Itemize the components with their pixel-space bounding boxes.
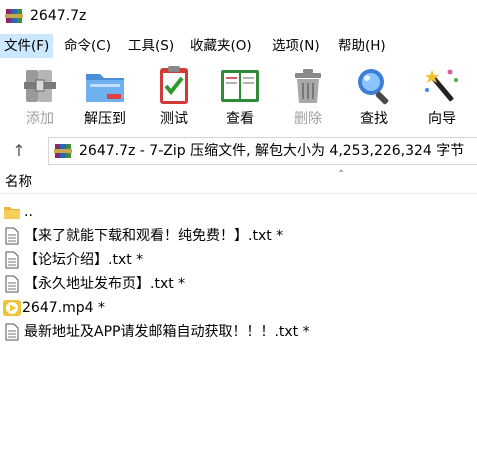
menu-favorites[interactable]: 收藏夹(O) [186,34,256,58]
list-item[interactable]: 【论坛介绍】.txt * [0,248,477,272]
text-file-icon [5,251,19,269]
up-arrow-icon[interactable]: ↑ [6,140,32,162]
wizard-button[interactable]: 向导 [414,60,470,134]
wizard-wand-icon [425,69,458,102]
text-file-icon [5,275,19,293]
address-field[interactable]: 2647.7z - 7-Zip 压缩文件, 解包大小为 4,253,226,32… [48,137,477,165]
list-item[interactable]: 【永久地址发布页】.txt * [0,272,477,296]
view-book-icon [221,70,259,102]
extract-to-label: 解压到 [84,111,126,127]
file-name: 【永久地址发布页】.txt * [24,276,186,292]
file-name: .. [24,204,33,220]
add-label: 添加 [26,111,54,127]
delete-label: 删除 [294,111,322,127]
test-label: 测试 [160,111,188,127]
list-item[interactable]: 【来了就能下载和观看！纯免费！】.txt * [0,224,477,248]
list-item[interactable]: 2647.mp4 * [0,296,477,320]
trash-can-icon [295,69,321,103]
file-name: 【来了就能下载和观看！纯免费！】.txt * [24,228,284,244]
find-label: 查找 [360,111,388,127]
toolbar: 添加 解压到 测试 查看 删除 查找 向导 [0,60,477,134]
text-file-icon [5,227,19,245]
add-button[interactable]: 添加 [12,60,68,134]
test-button[interactable]: 测试 [146,60,202,134]
video-file-icon [3,300,21,316]
wizard-label: 向导 [428,111,456,127]
folder-up-icon [4,207,20,219]
file-name: 最新地址及APP请发邮箱自动获取！！！.txt * [24,324,310,340]
view-button[interactable]: 查看 [212,60,268,134]
file-name: 2647.mp4 * [22,300,105,316]
magnifier-icon [358,69,389,105]
delete-button[interactable]: 删除 [280,60,336,134]
find-button[interactable]: 查找 [346,60,402,134]
menu-help[interactable]: 帮助(H) [334,34,390,58]
menu-bar: 文件(F) 命令(C) 工具(S) 收藏夹(O) 选项(N) 帮助(H) [0,34,477,58]
menu-command[interactable]: 命令(C) [60,34,115,58]
extract-to-button[interactable]: 解压到 [76,60,134,134]
sort-caret-icon: ⌃ [337,169,346,180]
menu-options[interactable]: 选项(N) [268,34,324,58]
address-bar: ↑ 2647.7z - 7-Zip 压缩文件, 解包大小为 4,253,226,… [0,136,477,166]
list-item[interactable]: 最新地址及APP请发邮箱自动获取！！！.txt * [0,320,477,344]
menu-file[interactable]: 文件(F) [0,34,54,58]
text-file-icon [5,323,19,341]
archive-icon [54,144,72,158]
window-title: 2647.7z [30,8,87,24]
winrar-books-icon [5,9,23,23]
add-archive-icon [24,70,56,102]
column-header-name[interactable]: 名称 [5,173,32,191]
address-text: 2647.7z - 7-Zip 压缩文件, 解包大小为 4,253,226,32… [79,143,465,159]
extract-folder-icon [86,74,124,102]
menu-tools[interactable]: 工具(S) [124,34,178,58]
file-list[interactable]: .. 【来了就能下载和观看！纯免费！】.txt * 【论坛介绍】.txt * 【… [0,196,477,467]
test-checklist-icon [160,66,188,104]
file-name: 【论坛介绍】.txt * [24,252,144,268]
title-bar: 2647.7z [0,0,477,32]
list-item[interactable]: .. [0,200,477,224]
view-label: 查看 [226,111,254,127]
list-header: 名称 ⌃ [0,169,477,194]
